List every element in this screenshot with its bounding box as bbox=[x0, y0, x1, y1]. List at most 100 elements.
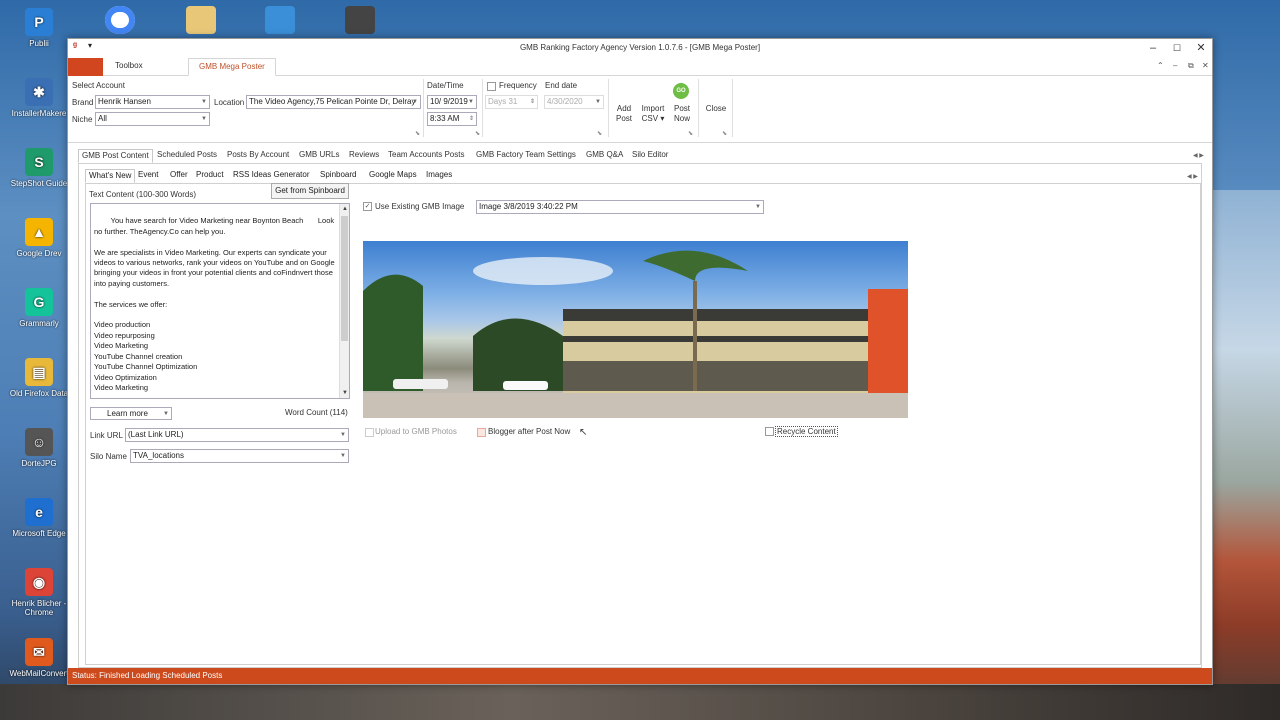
doc-tab[interactable]: Reviews bbox=[346, 149, 382, 163]
tab-scroll-arrows-icon[interactable]: ◀ ▶ bbox=[1193, 152, 1204, 159]
scroll-down-icon[interactable]: ▼ bbox=[340, 388, 349, 398]
get-from-spinboard-button[interactable]: Get from Spinboard bbox=[271, 183, 349, 199]
upload-to-gmb-photos-label: Upload to GMB Photos bbox=[375, 427, 457, 436]
doc-tab[interactable]: GMB Post Content bbox=[78, 149, 153, 163]
post-text-area[interactable]: You have search for Video Marketing near… bbox=[90, 203, 350, 399]
time-value: 8:33 AM bbox=[430, 114, 460, 123]
desktop-icon[interactable]: G Grammarly bbox=[8, 288, 70, 328]
chevron-down-icon: ▼ bbox=[468, 99, 474, 105]
recycle-content-label: Recycle Content bbox=[775, 426, 838, 437]
frequency-group-launcher-icon[interactable]: ⬊ bbox=[597, 130, 602, 137]
chevron-down-icon: ▼ bbox=[163, 411, 169, 417]
doc-tab[interactable]: GMB Factory Team Settings bbox=[473, 149, 579, 163]
desktop-icon[interactable]: ✱ InstallerMakere bbox=[8, 78, 70, 118]
doc-tab[interactable]: GMB Q&A bbox=[583, 149, 626, 163]
image-select-value: Image 3/8/2019 3:40:22 PM bbox=[479, 202, 578, 211]
use-existing-image-checkbox[interactable]: ✓ bbox=[363, 202, 372, 211]
brand-select[interactable]: Henrik Hansen ▼ bbox=[95, 95, 210, 109]
niche-select[interactable]: All ▼ bbox=[95, 112, 210, 126]
text-scrollbar[interactable]: ▲ ▼ bbox=[339, 204, 349, 398]
post-type-tab[interactable]: RSS Ideas Generator bbox=[230, 169, 312, 183]
link-url-select[interactable]: (Last Link URL) ▼ bbox=[125, 428, 349, 442]
post-type-tab[interactable]: Product bbox=[193, 169, 227, 183]
desktop-app-icon: ▤ bbox=[25, 358, 53, 386]
taskbar-app-icon-2[interactable] bbox=[186, 6, 216, 34]
desktop-icon[interactable]: P Publii bbox=[8, 8, 70, 48]
ribbon-panel: Select Account Brand Henrik Hansen ▼ Nich… bbox=[68, 76, 1212, 143]
spin-icon: ⇕ bbox=[468, 116, 474, 122]
desktop-icon[interactable]: ▤ Old Firefox Data bbox=[8, 358, 70, 398]
status-bar: Status: Finished Loading Scheduled Posts bbox=[68, 668, 1212, 684]
frequency-checkbox[interactable] bbox=[487, 82, 496, 91]
post-type-tab[interactable]: Offer bbox=[167, 169, 191, 183]
desktop-icon[interactable]: e Microsoft Edge bbox=[8, 498, 70, 538]
cta-select[interactable]: Learn more ▼ bbox=[90, 407, 172, 420]
desktop-icon[interactable]: ✉ WebMailConvert bbox=[8, 638, 70, 678]
mdi-restore-icon[interactable]: ⧉ bbox=[1188, 61, 1194, 71]
chevron-down-icon: ▼ bbox=[340, 432, 346, 438]
close-window-button[interactable]: ✕ bbox=[1189, 40, 1213, 56]
desktop-icon[interactable]: S StepShot Guide bbox=[8, 148, 70, 188]
maximize-button[interactable]: ☐ bbox=[1165, 40, 1189, 56]
recycle-content-checkbox[interactable] bbox=[765, 427, 774, 436]
blogger-after-post-now-label: Blogger after Post Now bbox=[488, 427, 571, 436]
location-select[interactable]: The Video Agency,75 Pelican Pointe Dr, D… bbox=[246, 95, 421, 109]
desktop-icon-label: DorteJPG bbox=[21, 459, 57, 468]
doc-tab[interactable]: GMB URLs bbox=[296, 149, 342, 163]
desktop-app-icon: ✱ bbox=[25, 78, 53, 106]
datetime-group-launcher-icon[interactable]: ⬊ bbox=[475, 130, 480, 137]
desktop-icon-label: StepShot Guide bbox=[10, 179, 68, 188]
doc-tab[interactable]: Team Accounts Posts bbox=[385, 149, 467, 163]
close-group-launcher-icon[interactable]: ⬊ bbox=[722, 130, 727, 137]
upload-to-gmb-photos-checkbox[interactable] bbox=[365, 428, 374, 437]
scroll-thumb[interactable] bbox=[341, 216, 348, 341]
silo-name-value: TVA_locations bbox=[133, 451, 184, 460]
mouse-cursor-icon: ↖ bbox=[579, 427, 588, 438]
taskbar-app-icon-3[interactable] bbox=[265, 6, 295, 34]
account-group-launcher-icon[interactable]: ⬊ bbox=[415, 130, 420, 137]
mdi-minimize-icon[interactable]: – bbox=[1173, 61, 1177, 70]
tab-toolbox[interactable]: Toolbox bbox=[105, 58, 153, 76]
import-csv-button[interactable]: Import CSV ▾ bbox=[638, 104, 668, 124]
desktop-icon-label: WebMailConvert bbox=[9, 669, 69, 678]
post-type-tab[interactable]: What's New bbox=[85, 169, 136, 183]
time-spinner[interactable]: 8:33 AM ⇕ bbox=[427, 112, 477, 126]
post-type-tab[interactable]: Google Maps bbox=[366, 169, 420, 183]
days-spinner[interactable]: Days 31 ⇕ bbox=[485, 95, 538, 109]
doc-tab[interactable]: Scheduled Posts bbox=[154, 149, 220, 163]
actions-group-launcher-icon[interactable]: ⬊ bbox=[688, 130, 693, 137]
image-select[interactable]: Image 3/8/2019 3:40:22 PM ▼ bbox=[476, 200, 764, 214]
subtab-scroll-arrows-icon[interactable]: ◀ ▶ bbox=[1187, 173, 1198, 180]
add-post-button[interactable]: Add Post bbox=[614, 104, 634, 124]
end-date-picker[interactable]: 4/30/2020 ▼ bbox=[544, 95, 604, 109]
ribbon-collapse-icon[interactable]: ⌃ bbox=[1157, 61, 1164, 70]
doc-tab[interactable]: Posts By Account bbox=[224, 149, 292, 163]
file-menu-tab[interactable] bbox=[68, 58, 103, 76]
close-button[interactable]: Close bbox=[704, 104, 728, 114]
minimize-button[interactable]: – bbox=[1141, 40, 1165, 56]
desktop-icon[interactable]: ☺ DorteJPG bbox=[8, 428, 70, 468]
scroll-up-icon[interactable]: ▲ bbox=[340, 204, 349, 214]
post-type-tab[interactable]: Images bbox=[423, 169, 455, 183]
blogger-after-post-now-checkbox[interactable] bbox=[477, 428, 486, 437]
mdi-close-icon[interactable]: ✕ bbox=[1202, 61, 1209, 70]
go-icon[interactable]: GO bbox=[673, 83, 689, 99]
desktop-app-icon: ◉ bbox=[25, 568, 53, 596]
niche-value: All bbox=[98, 114, 107, 123]
desktop-icon-label: Old Firefox Data bbox=[9, 389, 69, 398]
desktop-icon[interactable]: ◉ Henrik Blicher - Chrome bbox=[8, 568, 70, 617]
ribbon-tab-bar: Toolbox GMB Mega Poster ⌃ – ⧉ ✕ bbox=[68, 57, 1212, 76]
desktop-wallpaper-scenery bbox=[1212, 190, 1280, 720]
post-type-tab[interactable]: Event bbox=[135, 169, 161, 183]
post-type-tab[interactable]: Spinboard bbox=[317, 169, 359, 183]
taskbar-app-icon-4[interactable] bbox=[345, 6, 375, 34]
post-now-button[interactable]: Post Now bbox=[671, 104, 693, 124]
desktop-app-icon: G bbox=[25, 288, 53, 316]
taskbar-app-icon-1[interactable] bbox=[105, 6, 135, 34]
frequency-label: Frequency bbox=[499, 81, 537, 90]
doc-tab[interactable]: Silo Editor bbox=[629, 149, 671, 163]
desktop-icon[interactable]: ▲ Google Drev bbox=[8, 218, 70, 258]
silo-name-select[interactable]: TVA_locations ▼ bbox=[130, 449, 349, 463]
date-picker[interactable]: 10/ 9/2019 ▼ bbox=[427, 95, 477, 109]
tab-gmb-mega-poster[interactable]: GMB Mega Poster bbox=[188, 58, 276, 76]
